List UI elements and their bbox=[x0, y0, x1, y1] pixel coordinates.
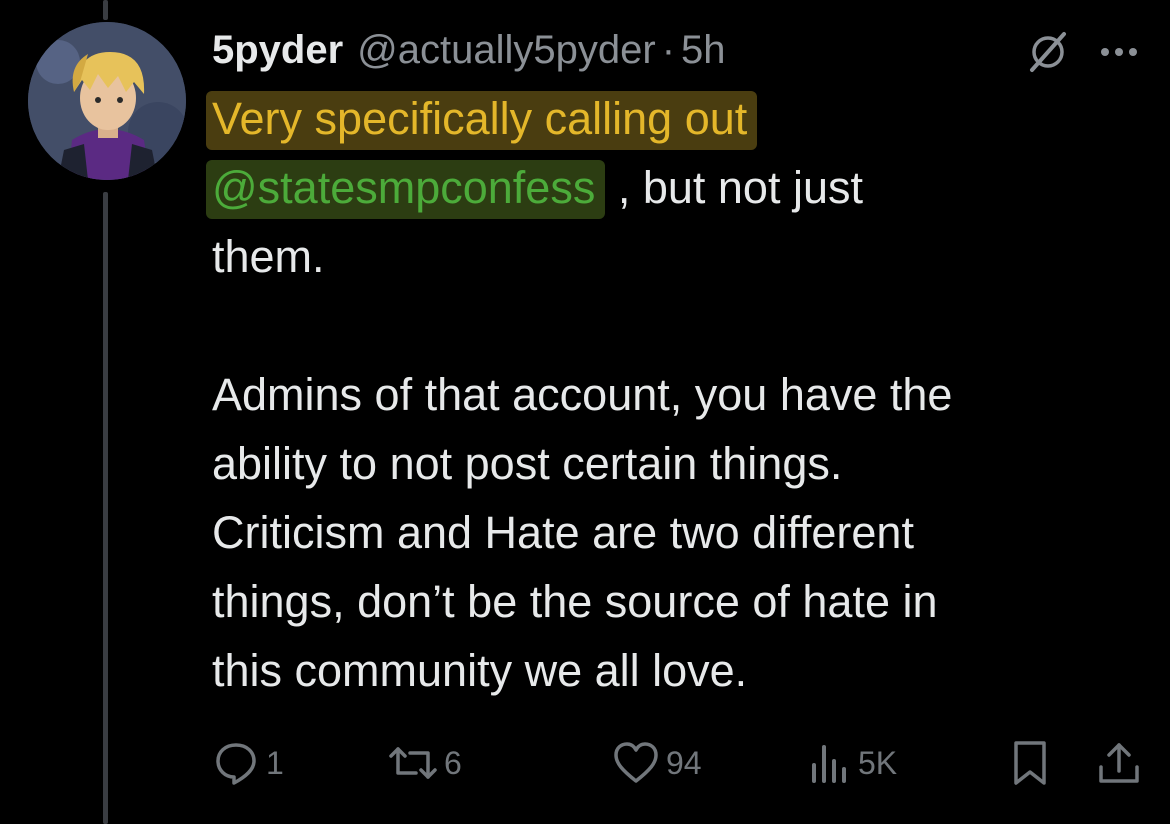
highlighted-text: Very specifically calling out bbox=[206, 91, 758, 150]
view-count: 5K bbox=[858, 744, 898, 781]
tweet-header: 5pyder @actually5pyder · 5h bbox=[212, 22, 1152, 78]
share-icon bbox=[1099, 743, 1139, 783]
analytics-icon bbox=[812, 745, 846, 783]
timestamp[interactable]: 5h bbox=[681, 28, 726, 73]
reply-count: 1 bbox=[266, 744, 284, 781]
reply-icon bbox=[216, 743, 256, 785]
body-line-7: things, don’t be the source of hate in bbox=[212, 576, 938, 627]
separator-dot: · bbox=[661, 27, 676, 72]
body-line-3: them. bbox=[212, 231, 325, 282]
grok-icon[interactable] bbox=[1026, 30, 1070, 74]
repost-count: 6 bbox=[444, 744, 462, 781]
more-options-icon[interactable] bbox=[1096, 30, 1142, 74]
body-line-2: @statesmpconfess , but not just bbox=[206, 153, 1162, 222]
repost-icon bbox=[389, 747, 437, 779]
body-line-5: ability to not post certain things. bbox=[212, 438, 843, 489]
like-count: 94 bbox=[666, 744, 702, 781]
body-line-4: Admins of that account, you have the bbox=[212, 369, 953, 420]
body-text-segment: , but not just bbox=[605, 162, 863, 213]
user-handle[interactable]: @actually5pyder bbox=[357, 28, 656, 73]
bookmark-icon bbox=[1014, 741, 1046, 785]
display-name[interactable]: 5pyder bbox=[212, 28, 343, 73]
paragraph-break bbox=[212, 291, 1162, 360]
thread-line bbox=[103, 192, 108, 824]
body-line-8: this community we all love. bbox=[212, 645, 748, 696]
body-line-6: Criticism and Hate are two different bbox=[212, 507, 914, 558]
reply-button[interactable]: 1 bbox=[212, 736, 284, 790]
avatar[interactable] bbox=[28, 22, 186, 180]
mention-link[interactable]: @statesmpconfess bbox=[206, 160, 606, 219]
action-bar: 1 6 94 5K bbox=[212, 736, 1152, 790]
share-button[interactable] bbox=[1096, 736, 1142, 790]
like-button[interactable]: 94 bbox=[612, 736, 702, 790]
body-line-1: Very specifically calling out bbox=[206, 84, 1162, 153]
views-button[interactable]: 5K bbox=[808, 736, 897, 790]
heart-icon bbox=[614, 742, 658, 783]
bookmark-button[interactable] bbox=[1010, 736, 1050, 790]
thread-line-top bbox=[103, 0, 108, 20]
tweet-body: Very specifically calling out @statesmpc… bbox=[206, 84, 1162, 705]
repost-button[interactable]: 6 bbox=[388, 736, 462, 790]
